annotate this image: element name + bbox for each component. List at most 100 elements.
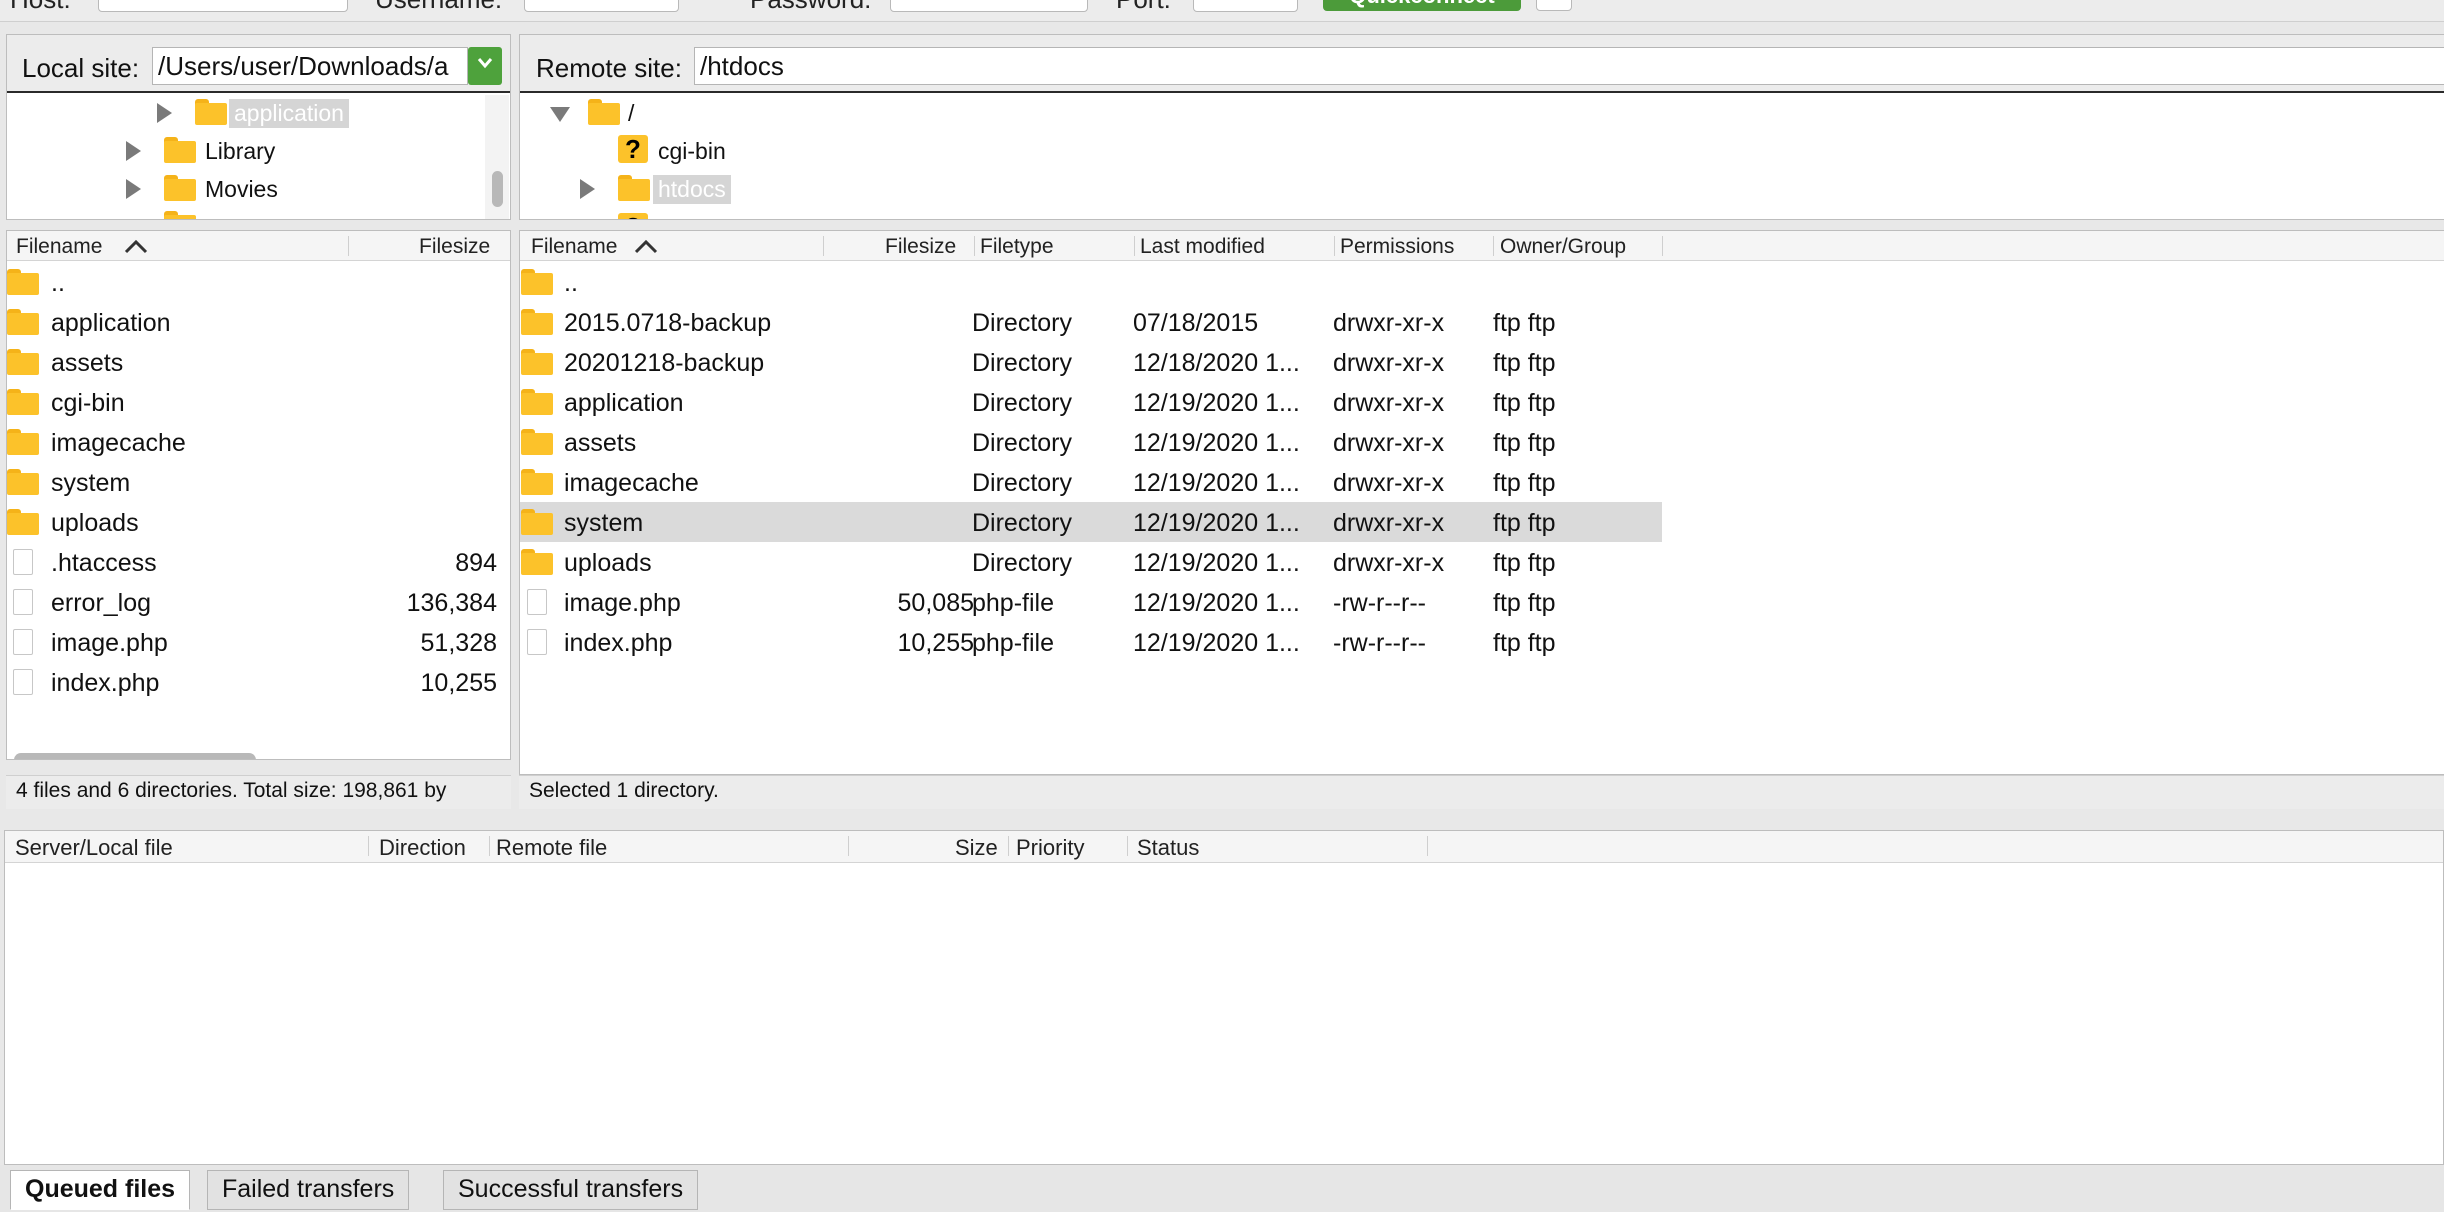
- column-divider[interactable]: [1427, 836, 1428, 856]
- column-header-last-modified[interactable]: Last modified: [1140, 235, 1265, 259]
- column-header-filetype[interactable]: Filetype: [980, 235, 1054, 259]
- collapse-triangle-icon[interactable]: [550, 107, 570, 122]
- local-file-row[interactable]: image.php 51,328: [7, 622, 497, 662]
- remote-tree-item-htdocs[interactable]: htdocs: [520, 171, 1120, 209]
- local-file-row[interactable]: application: [7, 302, 497, 342]
- tree-item-label: Library: [205, 138, 276, 164]
- remote-file-row[interactable]: system Directory 12/19/2020 1... drwxr-xr-x…: [520, 502, 1662, 542]
- local-tree-item-application[interactable]: application: [7, 95, 477, 133]
- tab-queued-files[interactable]: Queued files: [10, 1170, 191, 1210]
- column-header-filesize[interactable]: Filesize: [885, 235, 956, 259]
- remote-file-row[interactable]: ..: [520, 262, 1662, 302]
- tree-item-label: Movies: [205, 176, 278, 202]
- host-label: Host:: [10, 0, 71, 15]
- column-divider[interactable]: [974, 236, 975, 256]
- owner-group: ftp ftp: [1493, 589, 1556, 617]
- expand-triangle-icon[interactable]: [126, 141, 141, 161]
- local-tree-item-movies[interactable]: Movies: [7, 171, 477, 209]
- expand-triangle-icon[interactable]: [126, 179, 141, 199]
- quickconnect-button[interactable]: Quickconnect: [1323, 0, 1521, 11]
- local-tree-scrollbar[interactable]: [485, 95, 509, 219]
- local-site-bar: Local site: /Users/user/Downloads/a: [7, 35, 510, 93]
- scrollbar-thumb[interactable]: [492, 171, 503, 207]
- column-header-status[interactable]: Status: [1137, 835, 1199, 861]
- column-divider[interactable]: [1127, 836, 1128, 856]
- local-list-hscroll-thumb[interactable]: [14, 753, 256, 759]
- folder-icon: [521, 509, 553, 535]
- remote-file-row[interactable]: uploads Directory 12/19/2020 1... drwxr-xr-…: [520, 542, 1662, 582]
- folder-icon: [521, 549, 553, 575]
- host-field[interactable]: [98, 0, 348, 12]
- permissions: drwxr-xr-x: [1333, 389, 1445, 417]
- tab-failed-transfers[interactable]: Failed transfers: [207, 1170, 410, 1210]
- sort-ascending-icon[interactable]: [633, 239, 659, 255]
- remote-file-row[interactable]: imagecache Directory 12/19/2020 1... drwxr-…: [520, 462, 1662, 502]
- remote-file-row[interactable]: assets Directory 12/19/2020 1... drwxr-xr-x…: [520, 422, 1662, 462]
- column-divider[interactable]: [823, 236, 824, 256]
- column-divider[interactable]: [1334, 236, 1335, 256]
- remote-tree-item-root[interactable]: /: [520, 95, 1120, 133]
- queue-header: Server/Local file Direction Remote file …: [5, 831, 2443, 863]
- local-file-row[interactable]: system: [7, 462, 497, 502]
- local-file-row[interactable]: error_log 136,384: [7, 582, 497, 622]
- local-file-row[interactable]: imagecache: [7, 422, 497, 462]
- password-field[interactable]: [890, 0, 1088, 12]
- column-divider[interactable]: [1662, 236, 1663, 256]
- column-divider[interactable]: [489, 836, 490, 856]
- local-file-row[interactable]: assets: [7, 342, 497, 382]
- column-header-size[interactable]: Size: [955, 835, 998, 861]
- file-name: 2015.0718-backup: [564, 309, 772, 337]
- port-label: Port:: [1116, 0, 1171, 15]
- port-field[interactable]: [1193, 0, 1298, 12]
- column-header-filename[interactable]: Filename: [531, 235, 617, 259]
- remote-tree-item-cgi-bin[interactable]: ? cgi-bin: [520, 133, 1120, 171]
- column-header-priority[interactable]: Priority: [1016, 835, 1084, 861]
- column-divider[interactable]: [348, 236, 349, 256]
- file-type: Directory: [972, 309, 1073, 337]
- owner-group: ftp ftp: [1493, 549, 1556, 577]
- local-path-dropdown[interactable]: [468, 47, 502, 85]
- file-size: 894: [455, 549, 497, 577]
- column-divider[interactable]: [1008, 836, 1009, 856]
- local-tree-item-library[interactable]: Library: [7, 133, 477, 171]
- username-field[interactable]: [524, 0, 679, 12]
- last-modified: 12/19/2020 1...: [1133, 549, 1300, 577]
- column-header-owner-group[interactable]: Owner/Group: [1500, 235, 1626, 259]
- remote-file-row[interactable]: 20201218-backup Directory 12/18/2020 1... d…: [520, 342, 1662, 382]
- tab-successful-transfers[interactable]: Successful transfers: [443, 1170, 699, 1210]
- sort-ascending-icon[interactable]: [123, 239, 149, 255]
- file-size: 50,085: [897, 589, 974, 617]
- expand-triangle-icon[interactable]: [580, 179, 595, 199]
- owner-group: ftp ftp: [1493, 389, 1556, 417]
- remote-file-row[interactable]: 2015.0718-backup Directory 07/18/2015 drwxr…: [520, 302, 1662, 342]
- owner-group: ftp ftp: [1493, 629, 1556, 657]
- column-header-filesize[interactable]: Filesize: [419, 235, 490, 259]
- file-name: cgi-bin: [51, 389, 125, 417]
- column-header-permissions[interactable]: Permissions: [1340, 235, 1454, 259]
- local-file-row[interactable]: ..: [7, 262, 497, 302]
- column-header-filename[interactable]: Filename: [16, 235, 102, 259]
- remote-file-row[interactable]: application Directory 12/19/2020 1... drwxr…: [520, 382, 1662, 422]
- last-modified: 12/18/2020 1...: [1133, 349, 1300, 377]
- column-divider[interactable]: [368, 836, 369, 856]
- column-divider[interactable]: [848, 836, 849, 856]
- quickconnect-history-dropdown[interactable]: [1536, 0, 1572, 11]
- column-divider[interactable]: [1134, 236, 1135, 256]
- file-icon: [527, 629, 547, 655]
- expand-triangle-icon[interactable]: [157, 103, 172, 123]
- local-file-row[interactable]: index.php 10,255: [7, 662, 497, 702]
- file-name: application: [51, 309, 171, 337]
- remote-file-row[interactable]: image.php 50,085 php-file 12/19/2020 1... -r…: [520, 582, 1662, 622]
- local-file-row[interactable]: uploads: [7, 502, 497, 542]
- column-header-direction[interactable]: Direction: [379, 835, 466, 861]
- local-file-row[interactable]: cgi-bin: [7, 382, 497, 422]
- remote-file-row[interactable]: index.php 10,255 php-file 12/19/2020 1... -r…: [520, 622, 1662, 662]
- remote-path-input[interactable]: /htdocs: [694, 47, 2444, 85]
- local-file-row[interactable]: .htaccess 894: [7, 542, 497, 582]
- quickconnect-bar: Host: Username: Password: Port: Quickcon…: [0, 0, 2444, 22]
- local-list-header: Filename Filesize: [7, 231, 510, 261]
- local-path-input[interactable]: /Users/user/Downloads/a: [152, 47, 468, 85]
- column-divider[interactable]: [1493, 236, 1494, 256]
- column-header-remote-file[interactable]: Remote file: [496, 835, 607, 861]
- column-header-server-local-file[interactable]: Server/Local file: [15, 835, 173, 861]
